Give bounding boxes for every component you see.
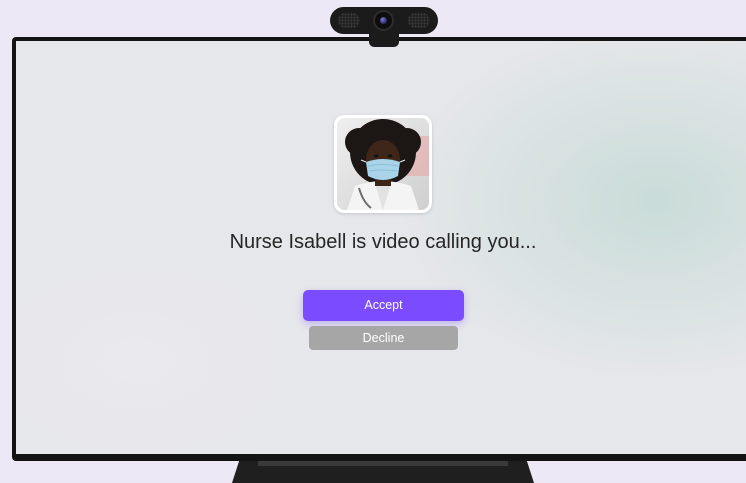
webcam-lens [373,10,394,31]
decline-button[interactable]: Decline [309,326,458,350]
caller-photo-illustration [337,118,429,210]
webcam-speaker-left [338,13,360,28]
scene: Nurse Isabell is video calling you... Ac… [0,0,746,483]
accept-button[interactable]: Accept [303,290,464,321]
webcam-icon [330,7,438,34]
webcam-mount [369,33,399,47]
call-message: Nurse Isabell is video calling you... [229,231,537,253]
webcam-speaker-right [408,13,430,28]
caller-avatar [334,115,432,213]
caller-photo [337,118,429,210]
